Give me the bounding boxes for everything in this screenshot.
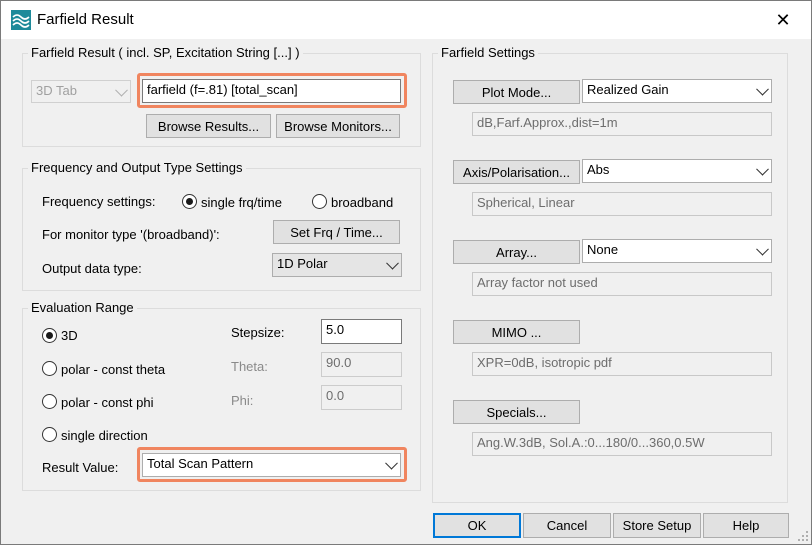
set-frq-time-button[interactable]: Set Frq / Time... — [273, 220, 400, 244]
array-info: Array factor not used — [472, 272, 772, 296]
chevron-down-icon — [115, 83, 128, 97]
specials-button[interactable]: Specials... — [453, 400, 580, 424]
ok-button[interactable]: OK — [433, 513, 521, 538]
app-icon — [11, 10, 31, 30]
radio-broadband-label[interactable]: broadband — [331, 195, 393, 210]
radio-3d[interactable] — [42, 328, 57, 343]
theta-label: Theta: — [231, 359, 268, 374]
axis-select[interactable]: Abs — [582, 159, 772, 183]
cancel-button[interactable]: Cancel — [523, 513, 611, 538]
specials-info: Ang.W.3dB, Sol.A.:0...180/0...360,0.5W — [472, 432, 772, 456]
phi-label: Phi: — [231, 393, 254, 408]
radio-polar-const-phi-label[interactable]: polar - const phi — [61, 395, 154, 410]
browse-results-button[interactable]: Browse Results... — [146, 114, 271, 138]
farfield-result-group-label: Farfield Result ( incl. SP, Excitation S… — [28, 45, 303, 60]
array-value: None — [587, 242, 619, 257]
output-type-value: 1D Polar — [277, 256, 328, 271]
phi-input: 0.0 — [321, 385, 402, 410]
radio-polar-const-phi[interactable] — [42, 394, 57, 409]
chevron-down-icon — [756, 82, 769, 96]
axis-polarisation-button[interactable]: Axis/Polarisation... — [453, 160, 580, 184]
freq-settings-label: Frequency settings: — [42, 194, 156, 209]
axis-info: Spherical, Linear — [472, 192, 772, 216]
array-button[interactable]: Array... — [453, 240, 580, 264]
farfield-settings-group-label: Farfield Settings — [438, 45, 538, 60]
tab-select: 3D Tab — [31, 80, 131, 103]
radio-broadband[interactable] — [312, 194, 327, 209]
monitor-type-label: For monitor type '(broadband)': — [42, 227, 220, 242]
radio-single-direction[interactable] — [42, 427, 57, 442]
plot-mode-select[interactable]: Realized Gain — [582, 79, 772, 103]
resize-grip-icon[interactable] — [797, 530, 809, 542]
radio-single-frq[interactable] — [182, 194, 197, 209]
mimo-info: XPR=0dB, isotropic pdf — [472, 352, 772, 376]
axis-value: Abs — [587, 162, 610, 177]
radio-single-direction-label[interactable]: single direction — [61, 428, 148, 443]
radio-single-frq-label[interactable]: single frq/time — [201, 195, 282, 210]
output-type-label: Output data type: — [42, 261, 142, 276]
store-setup-button[interactable]: Store Setup — [613, 513, 701, 538]
radio-polar-const-theta-label[interactable]: polar - const theta — [61, 362, 165, 377]
tab-select-value: 3D Tab — [36, 83, 77, 98]
chevron-down-icon — [386, 256, 399, 270]
chevron-down-icon — [756, 162, 769, 176]
close-icon[interactable]: ✕ — [761, 5, 805, 35]
plot-mode-value: Realized Gain — [587, 82, 669, 97]
highlight-result-value — [137, 447, 407, 482]
chevron-down-icon — [756, 242, 769, 256]
title-bar: Farfield Result ✕ — [1, 1, 811, 39]
radio-polar-const-theta[interactable] — [42, 361, 57, 376]
farfield-result-dialog: Farfield Result ✕ Farfield Result ( incl… — [0, 0, 812, 545]
evaluation-range-group-label: Evaluation Range — [28, 300, 137, 315]
output-type-select[interactable]: 1D Polar — [272, 253, 402, 277]
result-value-label: Result Value: — [42, 460, 119, 475]
mimo-button[interactable]: MIMO ... — [453, 320, 580, 344]
plot-mode-info: dB,Farf.Approx.,dist=1m — [472, 112, 772, 136]
stepsize-input[interactable]: 5.0 — [321, 319, 402, 344]
plot-mode-button[interactable]: Plot Mode... — [453, 80, 580, 104]
stepsize-label: Stepsize: — [231, 325, 285, 340]
highlight-farfield-name — [137, 73, 407, 108]
freq-output-group-label: Frequency and Output Type Settings — [28, 160, 246, 175]
window-title: Farfield Result — [37, 11, 134, 28]
radio-3d-label[interactable]: 3D — [61, 328, 78, 343]
browse-monitors-button[interactable]: Browse Monitors... — [276, 114, 400, 138]
help-button[interactable]: Help — [703, 513, 789, 538]
array-select[interactable]: None — [582, 239, 772, 263]
theta-input: 90.0 — [321, 352, 402, 377]
